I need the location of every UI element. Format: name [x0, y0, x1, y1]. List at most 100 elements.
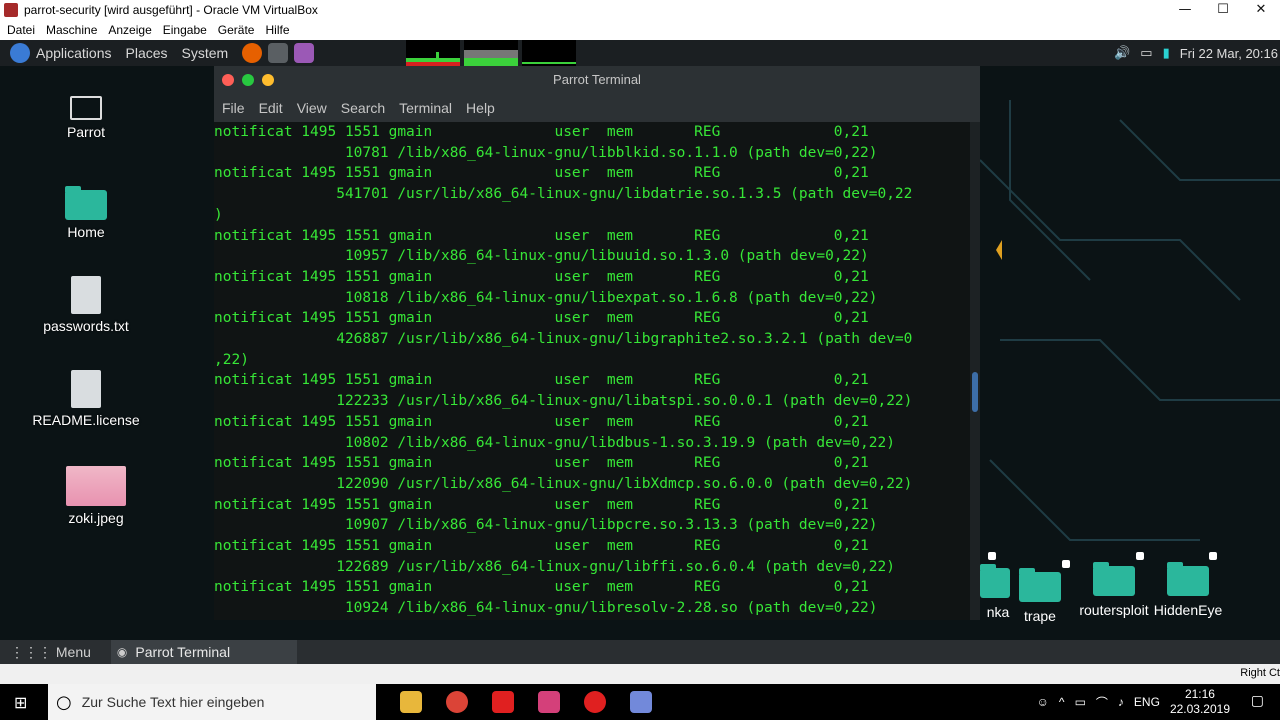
close-button[interactable]: ✕	[1242, 0, 1280, 20]
menu-button[interactable]: ⋮⋮⋮ Menu	[10, 644, 91, 661]
file-explorer-icon[interactable]	[400, 691, 422, 713]
terminal-launcher-icon[interactable]	[268, 43, 289, 63]
system-menu[interactable]: System	[182, 45, 229, 61]
menu-eingabe[interactable]: Eingabe	[163, 23, 207, 37]
taskbar-item-parrot-terminal[interactable]: ◉ Parrot Terminal	[110, 640, 297, 664]
display-icon[interactable]: ▭	[1140, 45, 1152, 61]
terminal-window[interactable]: Parrot Terminal File Edit View Search Te…	[214, 66, 980, 620]
terminal-task-icon: ◉	[116, 645, 128, 659]
menu-datei[interactable]: Datei	[7, 23, 35, 37]
terminal-line: notificat 1495 1551 gmain user mem REG 0…	[214, 579, 869, 596]
terminal-titlebar[interactable]: Parrot Terminal	[214, 66, 980, 94]
firefox-icon[interactable]	[242, 43, 263, 63]
host-key-label: Right Ct	[1240, 667, 1280, 679]
terminal-line: 10907 /lib/x86_64-linux-gnu/libpcre.so.3…	[214, 517, 878, 534]
window-controls: — ☐ ✕	[1166, 0, 1280, 20]
search-placeholder: Zur Suche Text hier eingeben	[81, 694, 265, 710]
terminal-menu-help[interactable]: Help	[466, 100, 495, 116]
lock-icon	[988, 552, 996, 560]
people-icon[interactable]: ☺	[1037, 695, 1049, 709]
terminal-line: notificat 1495 1551 gmain user mem REG 0…	[214, 268, 869, 285]
panel-clock[interactable]: Fri 22 Mar, 20:16	[1180, 46, 1278, 61]
terminal-line: notificat 1495 1551 gmain user mem REG 0…	[214, 165, 869, 182]
tray-clock[interactable]: 21:16 22.03.2019	[1170, 687, 1230, 717]
terminal-output[interactable]: notificat 1495 1551 gmain user mem REG 0…	[214, 122, 970, 620]
terminal-line: notificat 1495 1551 gmain user mem REG 0…	[214, 538, 869, 555]
terminal-title: Parrot Terminal	[553, 72, 641, 87]
folder-label: HiddenEye	[1153, 602, 1223, 618]
desktop-icon-zoki[interactable]: zoki.jpeg	[41, 466, 151, 526]
battery-icon[interactable]: ▮	[1163, 45, 1170, 61]
terminal-line: notificat 1495 1551 gmain user mem REG 0…	[214, 413, 869, 430]
desktop-icon-label: zoki.jpeg	[68, 510, 124, 526]
discord-icon[interactable]	[630, 691, 652, 713]
lock-icon	[1209, 552, 1217, 560]
maximize-button[interactable]: ☐	[1204, 0, 1242, 20]
applications-menu[interactable]: Applications	[36, 45, 112, 61]
record-icon[interactable]	[584, 691, 606, 713]
menu-label: Menu	[55, 643, 91, 660]
volume-icon[interactable]: 🔊	[1114, 45, 1130, 61]
network-monitor-graph	[522, 40, 576, 66]
language-indicator[interactable]: ENG	[1134, 695, 1160, 709]
search-circle-icon: ○	[56, 691, 72, 713]
tray-time: 21:16	[1184, 687, 1215, 701]
grid-icon: ⋮⋮⋮	[10, 643, 52, 660]
app-icon[interactable]	[538, 691, 560, 713]
terminal-line: 10818 /lib/x86_64-linux-gnu/libexpat.so.…	[214, 289, 878, 306]
battery-tray-icon[interactable]: ▭	[1075, 695, 1086, 709]
places-menu[interactable]: Places	[126, 45, 168, 61]
desktop-icon-readme[interactable]: README.license	[31, 370, 141, 428]
desktop-folder-hiddeneye[interactable]: HiddenEye	[1148, 562, 1228, 618]
windows-search-box[interactable]: ○ Zur Suche Text hier eingeben	[48, 684, 376, 720]
folder-label: routersploit	[1079, 602, 1149, 618]
desktop-icon-parrot[interactable]: Parrot	[31, 96, 141, 140]
scrollbar-thumb[interactable]	[972, 372, 978, 412]
memory-monitor-graph	[464, 40, 518, 66]
desktop-icon-label: Home	[67, 224, 105, 240]
desktop-folder-trape[interactable]: trape	[1000, 568, 1080, 624]
terminal-menubar: File Edit View Search Terminal Help	[214, 94, 980, 122]
vbox-menubar: Datei Maschine Anzeige Eingabe Geräte Hi…	[0, 20, 1280, 40]
menu-anzeige[interactable]: Anzeige	[108, 23, 151, 37]
desktop-icon-home[interactable]: Home	[31, 186, 141, 240]
desktop-icon-label: passwords.txt	[43, 318, 129, 334]
terminal-line: notificat 1495 1551 gmain user mem REG 0…	[214, 124, 869, 140]
terminal-scrollbar[interactable]	[970, 122, 980, 620]
tray-chevron-icon[interactable]: ^	[1059, 695, 1065, 709]
virtualbox-app-icon	[4, 3, 18, 17]
menu-geraete[interactable]: Geräte	[218, 23, 255, 37]
windows-start-icon[interactable]: ⊞	[14, 693, 27, 712]
terminal-menu-file[interactable]: File	[222, 100, 245, 116]
terminal-line: notificat 1495 1551 gmain user mem REG 0…	[214, 372, 869, 389]
desktop-folder-routersploit[interactable]: routersploit	[1074, 562, 1154, 618]
desktop-icon-label: README.license	[32, 412, 140, 428]
parrot-logo-icon[interactable]	[10, 43, 30, 63]
windows-taskbar: ⊞ ○ Zur Suche Text hier eingeben ☺ ^ ▭ ⌒…	[0, 684, 1280, 720]
terminal-line: 122689 /usr/lib/x86_64-linux-gnu/libffi.…	[214, 558, 895, 575]
minimize-button[interactable]: —	[1166, 0, 1204, 20]
chrome-icon[interactable]	[446, 691, 468, 713]
editor-launcher-icon[interactable]	[294, 43, 315, 63]
task-label: Parrot Terminal	[135, 644, 231, 660]
terminal-line: ,22)	[214, 351, 249, 368]
speaker-icon[interactable]: ♪	[1118, 695, 1124, 709]
image-file-icon	[66, 466, 126, 506]
terminal-menu-search[interactable]: Search	[341, 100, 385, 116]
notification-icon[interactable]: ▢	[1251, 693, 1264, 709]
guest-display: Applications Places System 🔊 ▭ ▮ Fri 22 …	[0, 40, 1280, 664]
roblox-icon[interactable]	[492, 691, 514, 713]
menu-hilfe[interactable]: Hilfe	[265, 23, 289, 37]
terminal-line: 10781 /lib/x86_64-linux-gnu/libblkid.so.…	[214, 144, 878, 161]
terminal-menu-edit[interactable]: Edit	[259, 100, 283, 116]
terminal-menu-terminal[interactable]: Terminal	[399, 100, 452, 116]
terminal-line: 122233 /usr/lib/x86_64-linux-gnu/libatsp…	[214, 393, 913, 410]
terminal-menu-view[interactable]: View	[297, 100, 327, 116]
wifi-icon[interactable]: ⌒	[1096, 694, 1108, 711]
system-tray: ☺ ^ ▭ ⌒ ♪ ENG 21:16 22.03.2019	[1027, 684, 1230, 720]
terminal-line: notificat 1495 1551 gmain user mem REG 0…	[214, 310, 869, 327]
panel-tray: 🔊 ▭ ▮ Fri 22 Mar, 20:16	[1104, 40, 1280, 66]
vbox-titlebar: parrot-security [wird ausgeführt] - Orac…	[0, 0, 1280, 20]
menu-maschine[interactable]: Maschine	[46, 23, 97, 37]
desktop-icon-passwords[interactable]: passwords.txt	[31, 276, 141, 334]
